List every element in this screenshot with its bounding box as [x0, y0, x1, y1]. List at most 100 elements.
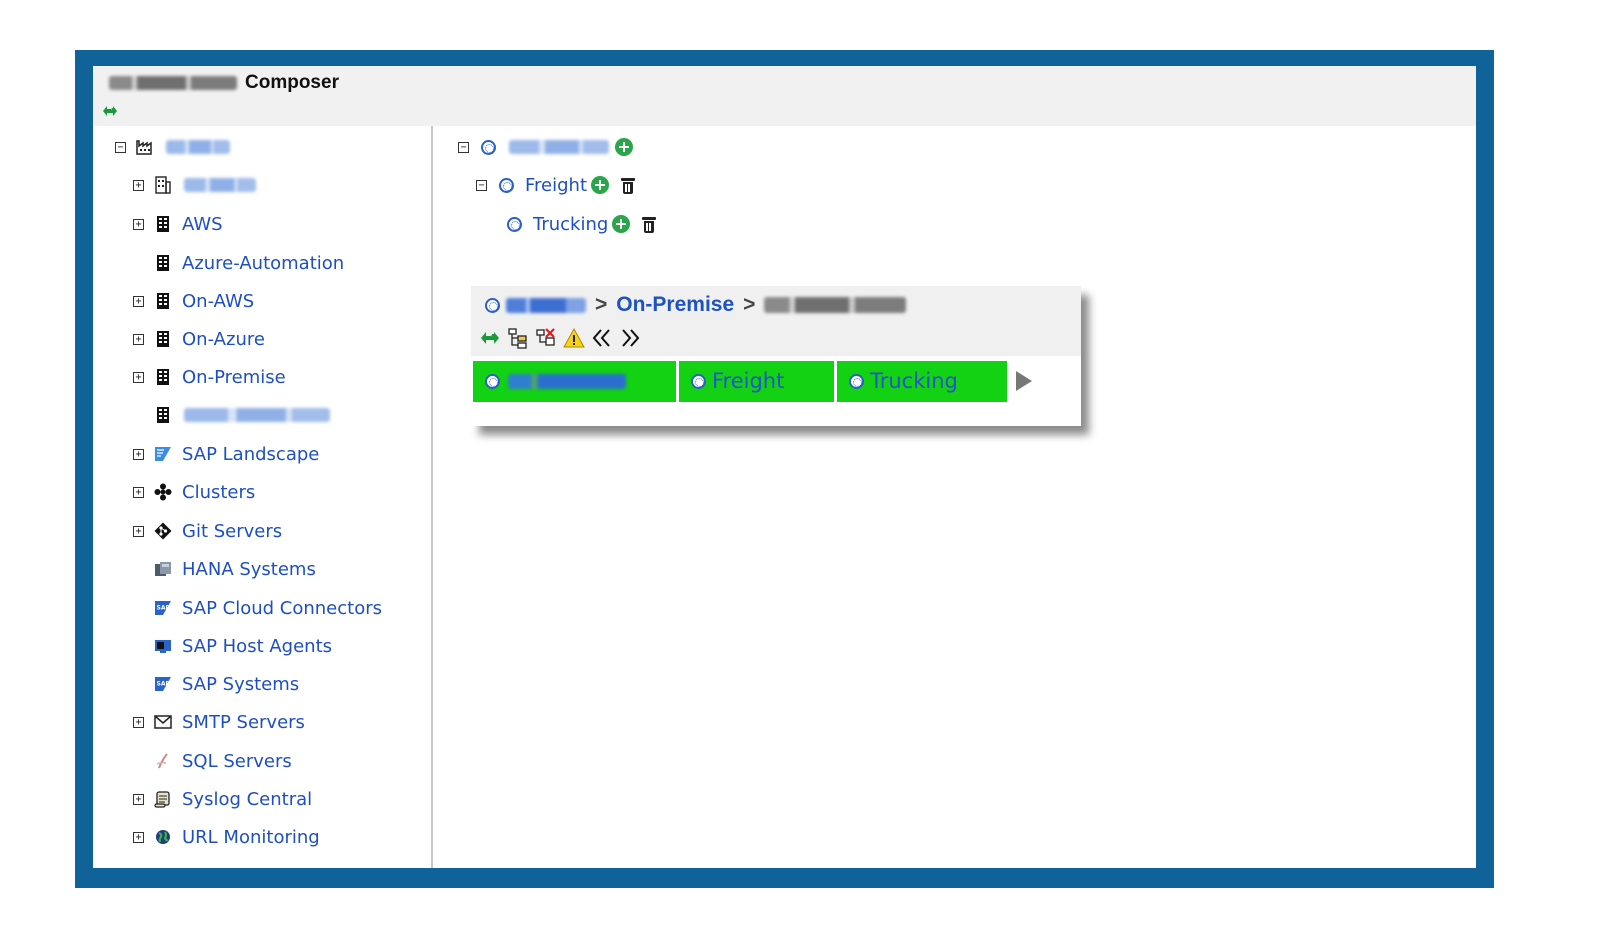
- collapse-toggle[interactable]: −: [458, 141, 469, 153]
- gear-icon: [485, 297, 500, 313]
- gear-icon: [479, 138, 497, 156]
- breadcrumb: > On-Premise >: [485, 292, 907, 318]
- trash-icon[interactable]: [642, 216, 657, 233]
- refresh-icon[interactable]: [101, 102, 119, 120]
- hana-icon: [154, 560, 172, 578]
- refresh-icon[interactable]: [479, 327, 501, 349]
- expand-toggle[interactable]: +: [133, 831, 144, 843]
- redacted-breadcrumb-root[interactable]: [506, 297, 586, 313]
- play-arrow-icon[interactable]: [1016, 371, 1032, 391]
- expand-toggle[interactable]: +: [133, 448, 144, 460]
- sidebar-item-sap-systems[interactable]: SAP SAP Systems: [154, 671, 299, 697]
- expand-toggle[interactable]: +: [133, 716, 144, 728]
- gear-icon: [849, 373, 864, 389]
- add-icon[interactable]: [612, 215, 631, 233]
- gear-icon: [497, 176, 515, 194]
- sap-icon: SAP: [154, 599, 172, 617]
- gear-icon: [485, 373, 500, 389]
- git-icon: [154, 522, 172, 540]
- sidebar-item-label: SAP Cloud Connectors: [182, 597, 383, 619]
- sidebar-item-aws[interactable]: + AWS: [133, 211, 223, 237]
- sidebar-item-label: AWS: [182, 213, 223, 235]
- tree-label: Freight: [525, 174, 588, 196]
- svg-text:SAP: SAP: [157, 605, 171, 612]
- sidebar-item-sql-servers[interactable]: SQL Servers: [154, 748, 292, 774]
- building-icon: [154, 406, 172, 424]
- sidebar-item-label: On-AWS: [182, 290, 255, 312]
- redacted-title-prefix: [109, 76, 237, 90]
- sidebar-item-azure-automation[interactable]: Azure-Automation: [154, 250, 344, 276]
- expand-toggle[interactable]: +: [133, 179, 144, 191]
- trash-icon[interactable]: [621, 177, 636, 194]
- main-tree-freight[interactable]: − Freight: [476, 172, 636, 198]
- expand-toggle[interactable]: +: [133, 371, 144, 383]
- sql-icon: [154, 752, 172, 770]
- sap-landscape-icon: [154, 445, 172, 463]
- sidebar-item-clusters[interactable]: + Clusters: [133, 479, 255, 505]
- redacted-label: [509, 140, 609, 154]
- composer-window: Composer − + + AWS Azure-Automation + On…: [93, 66, 1476, 868]
- warning-icon[interactable]: [563, 327, 585, 349]
- cluster-icon: [154, 483, 172, 501]
- sidebar-item-label: Azure-Automation: [182, 252, 345, 274]
- sidebar-item-redacted-1[interactable]: +: [133, 172, 256, 198]
- sidebar-item-on-azure[interactable]: + On-Azure: [133, 326, 265, 352]
- envelope-icon: [154, 713, 172, 731]
- sap-icon: SAP: [154, 675, 172, 693]
- expand-toggle[interactable]: +: [133, 525, 144, 537]
- add-icon[interactable]: [615, 138, 633, 156]
- outer-frame: Composer − + + AWS Azure-Automation + On…: [75, 50, 1494, 888]
- collapse-toggle[interactable]: −: [115, 141, 126, 153]
- sidebar-item-label: Git Servers: [182, 520, 283, 542]
- lane-trucking[interactable]: Trucking: [837, 360, 1007, 402]
- sidebar-item-label: Clusters: [182, 481, 256, 503]
- redacted-lane-label: [508, 373, 626, 389]
- scroll-icon: [154, 790, 172, 808]
- path-popup: > On-Premise > Freight Trucking: [471, 286, 1081, 426]
- gear-icon: [691, 373, 706, 389]
- sidebar-item-label: HANA Systems: [182, 558, 316, 580]
- sidebar-item-sap-host-agents[interactable]: SAP Host Agents: [154, 633, 332, 659]
- sidebar-item-hana-systems[interactable]: HANA Systems: [154, 556, 316, 582]
- lane-label: Freight: [712, 369, 785, 393]
- lane-freight[interactable]: Freight: [679, 360, 834, 402]
- main-tree-trucking[interactable]: Trucking: [505, 211, 657, 237]
- expand-toggle[interactable]: +: [133, 218, 144, 230]
- building-icon: [154, 292, 172, 310]
- sidebar-item-git-servers[interactable]: + Git Servers: [133, 518, 282, 544]
- lane-root[interactable]: [473, 360, 676, 402]
- expand-toggle[interactable]: +: [133, 333, 144, 345]
- page-title: Composer: [109, 72, 339, 94]
- sidebar-item-url-monitoring[interactable]: + URL Monitoring: [133, 824, 320, 850]
- sidebar-item-redacted-2[interactable]: [154, 402, 330, 428]
- sidebar-tree: − + + AWS Azure-Automation + On-AWS + On…: [93, 126, 433, 868]
- sidebar-item-smtp-servers[interactable]: + SMTP Servers: [133, 709, 305, 735]
- sidebar-item-label: SAP Systems: [182, 673, 300, 695]
- add-icon[interactable]: [591, 176, 610, 194]
- collapse-toggle[interactable]: −: [476, 179, 487, 191]
- redacted-label: [184, 178, 256, 192]
- sidebar-item-sap-landscape[interactable]: + SAP Landscape: [133, 441, 319, 467]
- main-tree-root[interactable]: −: [458, 134, 633, 160]
- breadcrumb-item[interactable]: On-Premise: [616, 293, 734, 317]
- sidebar-item-syslog-central[interactable]: + Syslog Central: [133, 786, 312, 812]
- building-outline-icon: [154, 176, 172, 194]
- expand-toggle[interactable]: +: [133, 295, 144, 307]
- sidebar-item-label: SAP Landscape: [182, 443, 320, 465]
- sidebar-item-on-premise[interactable]: + On-Premise: [133, 364, 286, 390]
- breadcrumb-separator: >: [595, 293, 608, 316]
- sidebar-item-on-aws[interactable]: + On-AWS: [133, 288, 254, 314]
- delete-tree-icon[interactable]: [535, 327, 557, 349]
- gear-icon: [505, 215, 523, 233]
- chevron-double-right-icon[interactable]: [619, 327, 641, 349]
- factory-icon: [136, 138, 154, 156]
- expand-toggle[interactable]: +: [133, 793, 144, 805]
- sidebar-item-sap-cloud-connectors[interactable]: SAP SAP Cloud Connectors: [154, 595, 382, 621]
- sidebar-item-label: SMTP Servers: [182, 711, 305, 733]
- redacted-label: [184, 408, 330, 422]
- sidebar-item-root[interactable]: −: [115, 134, 230, 160]
- expand-toggle[interactable]: +: [133, 486, 144, 498]
- sidebar-item-label: On-Azure: [182, 328, 265, 350]
- chevron-double-left-icon[interactable]: [591, 327, 613, 349]
- hierarchy-icon[interactable]: [507, 327, 529, 349]
